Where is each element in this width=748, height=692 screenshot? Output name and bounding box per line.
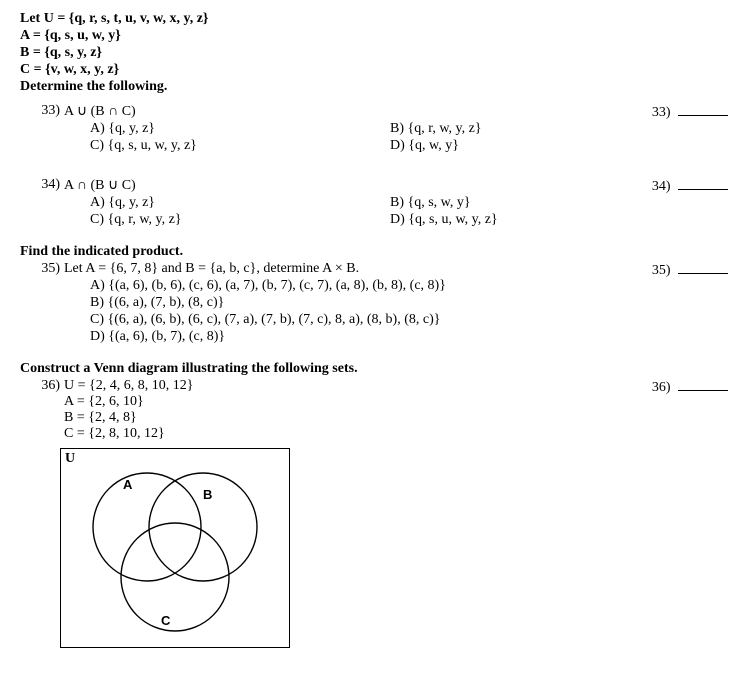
q35-answer-label: 35) — [652, 263, 671, 278]
q35-text: Let A = {6, 7, 8} and B = {a, b, c}, det… — [64, 261, 728, 277]
question-34: 34) A ∩ (B ∪ C) 34) A) {q, y, z} C) {q, … — [20, 177, 728, 229]
q34-choice-d: D) {q, s, u, w, y, z} — [390, 212, 498, 228]
q35-choice-d: D) {(a, 6), (b, 7), (c, 8)} — [90, 329, 728, 345]
preamble-line-3: B = {q, s, y, z} — [20, 45, 728, 61]
q35-choice-b: B) {(6, a), (7, b), (8, c)} — [90, 295, 728, 311]
venn-label-u: U — [65, 451, 75, 467]
q33-answer-label: 33) — [652, 105, 671, 120]
q33-choice-d: D) {q, w, y} — [390, 138, 482, 154]
question-33: 33) A ∪ (B ∩ C) 33) A) {q, y, z} C) {q, … — [20, 103, 728, 155]
q33-choice-a: A) {q, y, z} — [90, 121, 390, 137]
q33-choice-b: B) {q, r, w, y, z} — [390, 121, 482, 137]
preamble-line-2: A = {q, s, u, w, y} — [20, 28, 728, 44]
q33-text: A ∪ (B ∩ C) — [64, 103, 728, 120]
question-35: 35) Let A = {6, 7, 8} and B = {a, b, c},… — [20, 261, 728, 345]
section-36-heading: Construct a Venn diagram illustrating th… — [20, 361, 728, 377]
q34-choice-b: B) {q, s, w, y} — [390, 195, 498, 211]
q36-answer-label: 36) — [652, 380, 671, 395]
q34-number: 34) — [20, 177, 64, 194]
q36-line-4: C = {2, 8, 10, 12} — [64, 426, 728, 442]
venn-diagram-svg: A B C — [61, 449, 289, 647]
q36-answer-slot: 36) — [652, 378, 728, 396]
venn-label-b: B — [203, 487, 212, 502]
q33-number: 33) — [20, 103, 64, 120]
preamble-line-4: C = {v, w, x, y, z} — [20, 62, 728, 78]
preamble-block: Let U = {q, r, s, t, u, v, w, x, y, z} A… — [20, 11, 728, 95]
q35-answer-blank[interactable] — [678, 261, 728, 274]
q34-answer-slot: 34) — [652, 177, 728, 195]
q34-choice-c: C) {q, r, w, y, z} — [90, 212, 390, 228]
venn-circle-a — [93, 473, 201, 581]
q34-answer-blank[interactable] — [678, 177, 728, 190]
question-36: 36) U = {2, 4, 6, 8, 10, 12} 36) A = {2,… — [20, 378, 728, 648]
q35-answer-slot: 35) — [652, 261, 728, 279]
section-35-heading: Find the indicated product. — [20, 244, 728, 260]
q35-choice-a: A) {(a, 6), (b, 6), (c, 6), (a, 7), (b, … — [90, 278, 728, 294]
q34-text: A ∩ (B ∪ C) — [64, 177, 728, 194]
venn-circle-c — [121, 523, 229, 631]
q36-line-1: U = {2, 4, 6, 8, 10, 12} — [64, 378, 728, 394]
q34-choice-a: A) {q, y, z} — [90, 195, 390, 211]
q36-answer-blank[interactable] — [678, 378, 728, 391]
preamble-line-1: Let U = {q, r, s, t, u, v, w, x, y, z} — [20, 11, 728, 27]
venn-diagram-box: U A B C — [60, 448, 290, 648]
q33-answer-slot: 33) — [652, 103, 728, 121]
q33-answer-blank[interactable] — [678, 103, 728, 116]
q36-number: 36) — [20, 378, 64, 394]
q35-number: 35) — [20, 261, 64, 277]
venn-label-c: C — [161, 613, 171, 628]
preamble-line-5: Determine the following. — [20, 79, 728, 95]
q34-answer-label: 34) — [652, 179, 671, 194]
q35-choice-c: C) {(6, a), (6, b), (6, c), (7, a), (7, … — [90, 312, 728, 328]
q36-line-3: B = {2, 4, 8} — [64, 410, 728, 426]
venn-label-a: A — [123, 477, 133, 492]
q33-choice-c: C) {q, s, u, w, y, z} — [90, 138, 390, 154]
q36-line-2: A = {2, 6, 10} — [64, 394, 728, 410]
